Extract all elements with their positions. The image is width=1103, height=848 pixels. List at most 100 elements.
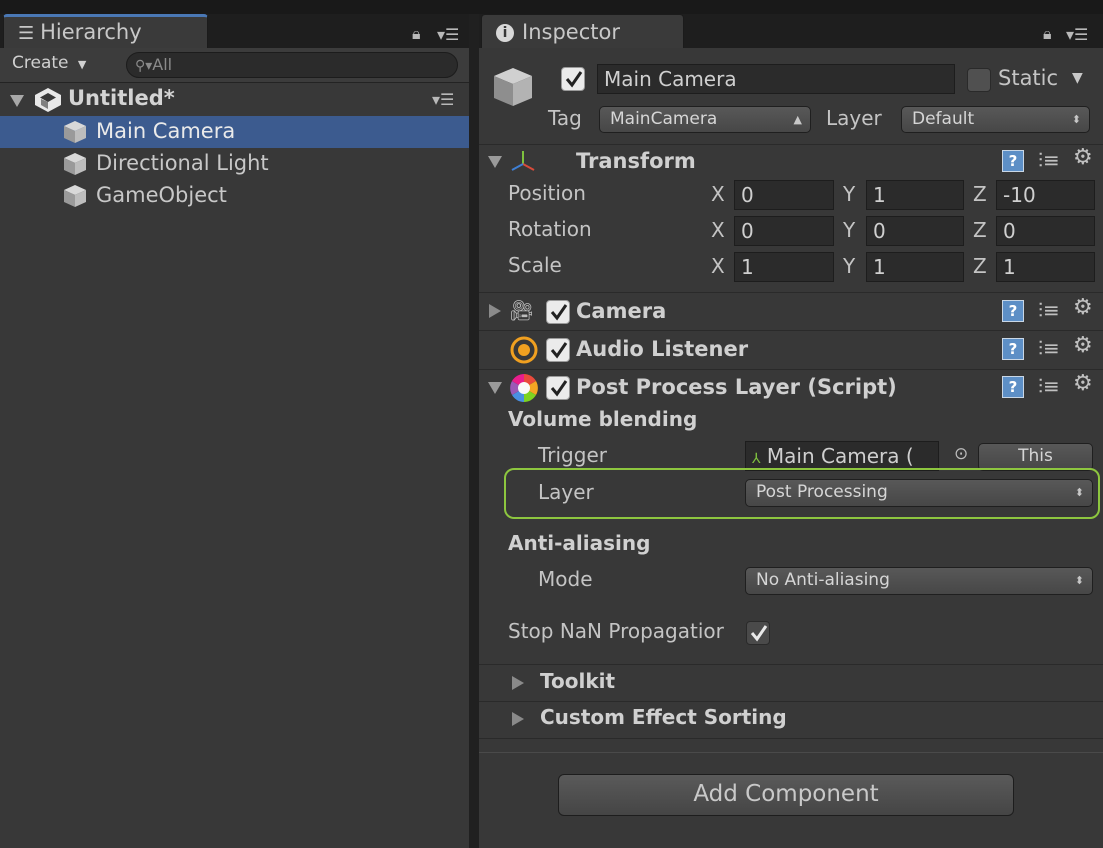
- camera-enabled-checkbox[interactable]: [546, 300, 570, 324]
- mode-dropdown[interactable]: No Anti-aliasing ⬍: [745, 567, 1093, 595]
- top-strip: [0, 0, 1103, 14]
- item-label: Directional Light: [96, 151, 269, 175]
- position-y-field[interactable]: 1: [866, 180, 964, 210]
- layer-dropdown[interactable]: Default ⬍: [901, 106, 1090, 133]
- custom-sorting-foldout-icon[interactable]: [512, 712, 524, 726]
- static-dropdown-icon[interactable]: ▼: [1072, 70, 1083, 86]
- scene-menu-icon[interactable]: ▾☰: [432, 90, 454, 109]
- preset-icon[interactable]: ⫶≡: [1038, 298, 1060, 322]
- axis-x-label: X: [711, 218, 725, 242]
- rotation-x-field[interactable]: 0: [734, 216, 834, 246]
- position-label: Position: [508, 181, 586, 205]
- separator: [479, 701, 1103, 702]
- hierarchy-menu-icon[interactable]: ▾☰: [437, 25, 459, 44]
- checkmark-icon: [550, 342, 568, 359]
- tab-inspector[interactable]: i Inspector: [481, 14, 684, 48]
- scene-name: Untitled*: [68, 86, 175, 110]
- hierarchy-item-main-camera[interactable]: Main Camera: [0, 116, 469, 148]
- audio-listener-title: Audio Listener: [576, 337, 749, 361]
- transform-title: Transform: [576, 149, 696, 173]
- create-button[interactable]: Create ▼: [12, 53, 106, 79]
- axis-x-label: X: [711, 182, 725, 206]
- preset-icon[interactable]: ⫶≡: [1038, 336, 1060, 360]
- checkmark-icon: [565, 71, 583, 88]
- static-checkbox[interactable]: [967, 68, 991, 92]
- gear-icon[interactable]: ⚙: [1073, 333, 1093, 358]
- rotation-z-field[interactable]: 0: [996, 216, 1095, 246]
- trigger-object-field[interactable]: ⅄ Main Camera (: [745, 441, 939, 471]
- add-component-button[interactable]: Add Component: [558, 774, 1014, 816]
- scene-row[interactable]: Untitled* ▾☰: [0, 84, 469, 116]
- updown-arrow-icon: ⬍: [1074, 574, 1084, 587]
- toolkit-foldout-icon[interactable]: [512, 676, 524, 690]
- hierarchy-lock-icon[interactable]: 🔒︎: [412, 24, 421, 44]
- preset-icon[interactable]: ⫶≡: [1038, 374, 1060, 398]
- search-icon: ⚲▾: [135, 58, 153, 74]
- axis-z-label: Z: [973, 218, 987, 242]
- gameobject-cube-icon: [64, 185, 86, 207]
- updown-arrow-icon: ⬍: [1074, 486, 1084, 499]
- separator: [479, 292, 1103, 293]
- tag-dropdown[interactable]: MainCamera ▲: [599, 106, 811, 133]
- gameobject-cube-icon: [64, 153, 86, 175]
- separator: [479, 752, 1103, 753]
- ppl-enabled-checkbox[interactable]: [546, 376, 570, 400]
- audio-listener-enabled-checkbox[interactable]: [546, 338, 570, 362]
- item-label: Main Camera: [96, 119, 236, 143]
- transform-axes-icon: [511, 151, 535, 171]
- hierarchy-item-directional-light[interactable]: Directional Light: [0, 148, 469, 180]
- info-icon: i: [496, 24, 514, 42]
- active-checkbox[interactable]: [561, 67, 585, 91]
- position-x-field[interactable]: 0: [734, 180, 834, 210]
- gear-icon[interactable]: ⚙: [1073, 295, 1093, 320]
- camera-foldout-icon[interactable]: [489, 304, 501, 318]
- scale-y-field[interactable]: 1: [866, 252, 964, 282]
- object-name-field[interactable]: Main Camera: [597, 64, 955, 94]
- axis-z-label: Z: [973, 182, 987, 206]
- axis-y-label: Y: [843, 254, 856, 278]
- scale-x-field[interactable]: 1: [734, 252, 834, 282]
- axis-y-label: Y: [843, 182, 856, 206]
- preset-icon[interactable]: ⫶≡: [1038, 148, 1060, 172]
- toolkit-header[interactable]: Toolkit: [540, 669, 615, 693]
- scale-z-field[interactable]: 1: [996, 252, 1095, 282]
- volume-blending-header: Volume blending: [508, 407, 698, 431]
- post-process-icon: [510, 374, 538, 402]
- transform-foldout-icon[interactable]: [488, 156, 502, 168]
- gameobject-cube-icon: [64, 121, 86, 143]
- help-icon[interactable]: ?: [1002, 150, 1024, 172]
- help-icon[interactable]: ?: [1002, 338, 1024, 360]
- help-icon[interactable]: ?: [1002, 300, 1024, 322]
- trigger-label: Trigger: [538, 443, 607, 467]
- gear-icon[interactable]: ⚙: [1073, 371, 1093, 396]
- expand-triangle-icon[interactable]: [10, 95, 24, 107]
- anti-aliasing-header: Anti-aliasing: [508, 531, 651, 555]
- gameobject-large-icon: [494, 68, 532, 106]
- stop-nan-checkbox[interactable]: [746, 621, 770, 645]
- ppl-foldout-icon[interactable]: [488, 382, 502, 394]
- separator: [479, 738, 1103, 739]
- checkmark-icon: [550, 304, 568, 321]
- panel-divider[interactable]: [469, 14, 479, 848]
- mode-label: Mode: [538, 567, 593, 591]
- item-label: GameObject: [96, 183, 227, 207]
- tab-hierarchy[interactable]: ☰ Hierarchy: [3, 14, 208, 48]
- hierarchy-item-gameobject[interactable]: GameObject: [0, 180, 469, 212]
- list-icon: ☰: [18, 23, 35, 44]
- search-input[interactable]: ⚲▾All: [126, 52, 458, 78]
- rotation-y-field[interactable]: 0: [866, 216, 964, 246]
- axis-y-label: Y: [843, 218, 856, 242]
- audio-listener-icon: [510, 336, 538, 364]
- inspector-lock-icon[interactable]: 🔒︎: [1043, 24, 1052, 44]
- separator: [479, 330, 1103, 331]
- inspector-menu-icon[interactable]: ▾☰: [1066, 25, 1088, 44]
- gear-icon[interactable]: ⚙: [1073, 145, 1093, 170]
- scale-label: Scale: [508, 253, 562, 277]
- ppl-layer-dropdown[interactable]: Post Processing ⬍: [745, 479, 1093, 507]
- help-icon[interactable]: ?: [1002, 376, 1024, 398]
- rotation-label: Rotation: [508, 217, 592, 241]
- this-button[interactable]: This: [978, 443, 1093, 471]
- custom-effect-sorting-header[interactable]: Custom Effect Sorting: [540, 705, 787, 729]
- position-z-field[interactable]: -10: [996, 180, 1095, 210]
- object-picker-icon[interactable]: ⊙: [954, 444, 968, 464]
